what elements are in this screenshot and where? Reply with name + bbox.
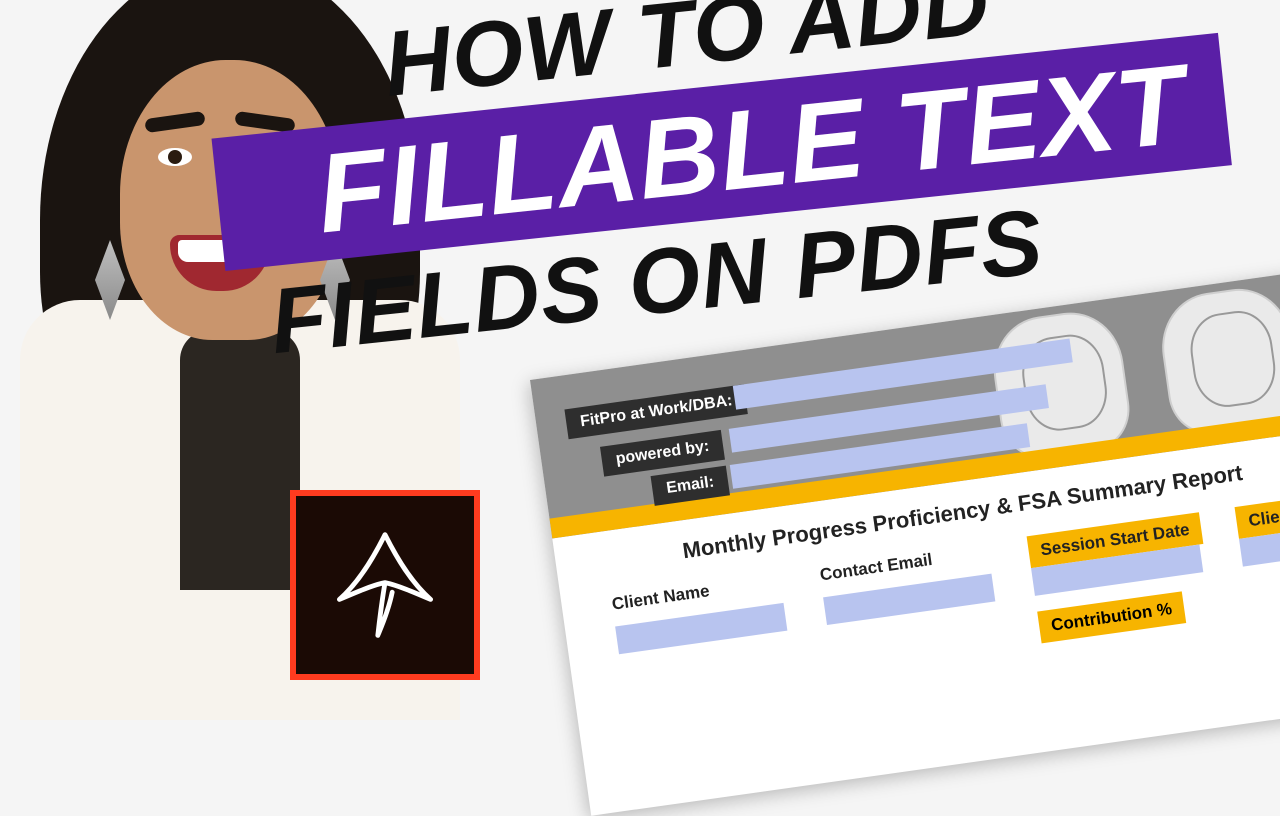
- adobe-acrobat-icon: [290, 490, 480, 680]
- col-contribution: Contribution %: [1037, 591, 1186, 643]
- pdf-form-preview: FitPro at Work/DBA: powered by: Email: M…: [530, 266, 1280, 816]
- col-client-id: Client ID: [1235, 494, 1280, 539]
- col-contact-email: Contact Email: [819, 550, 934, 586]
- col-client-name: Client Name: [611, 581, 711, 614]
